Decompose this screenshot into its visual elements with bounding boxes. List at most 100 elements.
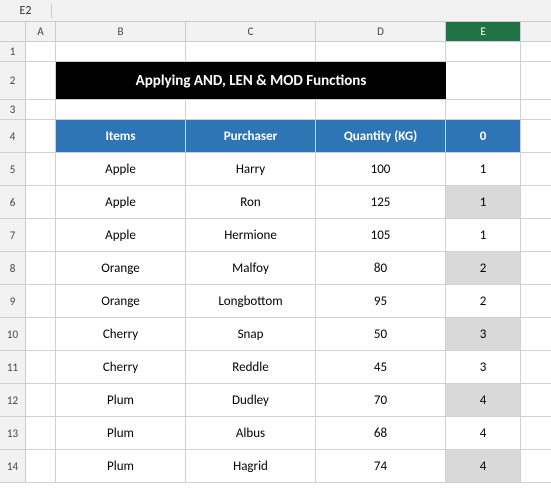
- corner-cell: [0, 22, 26, 41]
- table-row: 12 Plum Dudley 70 4: [0, 384, 551, 417]
- cell-purchaser[interactable]: Hagrid: [186, 450, 316, 482]
- cell-item[interactable]: Plum: [56, 384, 186, 416]
- table-row: 7 Apple Hermione 105 1: [0, 219, 551, 252]
- cell[interactable]: [186, 42, 316, 61]
- cell-purchaser[interactable]: Malfoy: [186, 252, 316, 284]
- cell-e-value[interactable]: 1: [446, 186, 521, 218]
- cell-e-value[interactable]: 2: [446, 285, 521, 317]
- cell-e-value[interactable]: 1: [446, 219, 521, 251]
- cell-item[interactable]: Cherry: [56, 351, 186, 383]
- cell-item[interactable]: Orange: [56, 285, 186, 317]
- row-num: 6: [0, 186, 26, 218]
- cell-quantity[interactable]: 74: [316, 450, 446, 482]
- cell-purchaser[interactable]: Dudley: [186, 384, 316, 416]
- cell-item[interactable]: Cherry: [56, 318, 186, 350]
- cell[interactable]: [316, 42, 446, 61]
- cell-purchaser[interactable]: Albus: [186, 417, 316, 449]
- cell-e[interactable]: [446, 62, 521, 99]
- cell-e-value[interactable]: 3: [446, 351, 521, 383]
- cell-quantity[interactable]: 105: [316, 219, 446, 251]
- cell[interactable]: [56, 42, 186, 61]
- cell-purchaser[interactable]: Harry: [186, 153, 316, 185]
- grid-row-title: 2 Applying AND, LEN & MOD Functions: [0, 62, 551, 100]
- cell-e-value[interactable]: 2: [446, 252, 521, 284]
- table-row: 5 Apple Harry 100 1: [0, 153, 551, 186]
- cell[interactable]: [26, 417, 56, 449]
- table-row: 11 Cherry Reddle 45 3: [0, 351, 551, 384]
- cell-e[interactable]: [446, 42, 521, 61]
- cell-e-value[interactable]: 3: [446, 318, 521, 350]
- header-items: Items: [56, 120, 186, 152]
- row-num: 10: [0, 318, 26, 350]
- col-header-a[interactable]: A: [26, 22, 56, 41]
- cell-purchaser[interactable]: Reddle: [186, 351, 316, 383]
- row-num: 7: [0, 219, 26, 251]
- table-row: 6 Apple Ron 125 1: [0, 186, 551, 219]
- cell[interactable]: [26, 153, 56, 185]
- row-num: 1: [0, 42, 26, 61]
- grid-row: 3: [0, 100, 551, 120]
- cell[interactable]: [56, 100, 186, 119]
- table-row: 10 Cherry Snap 50 3: [0, 318, 551, 351]
- row-num: 2: [0, 62, 26, 99]
- cell-purchaser[interactable]: Snap: [186, 318, 316, 350]
- cell[interactable]: [26, 62, 56, 99]
- row-num: 14: [0, 450, 26, 482]
- cell[interactable]: [316, 100, 446, 119]
- cell-purchaser[interactable]: Hermione: [186, 219, 316, 251]
- col-header-e[interactable]: E: [446, 22, 521, 41]
- row-num: 11: [0, 351, 26, 383]
- col-header-b[interactable]: B: [56, 22, 186, 41]
- cell-quantity[interactable]: 70: [316, 384, 446, 416]
- cell-item[interactable]: Plum: [56, 417, 186, 449]
- cell-e-value[interactable]: 4: [446, 384, 521, 416]
- grid-area: A B C D E 1 2 Applying AND, LEN & MOD Fu…: [0, 22, 551, 503]
- header-purchaser: Purchaser: [186, 120, 316, 152]
- cell-quantity[interactable]: 50: [316, 318, 446, 350]
- cell-e-value[interactable]: 4: [446, 417, 521, 449]
- cell-e-value[interactable]: 4: [446, 450, 521, 482]
- name-box[interactable]: E2: [0, 4, 52, 18]
- header-e: 0: [446, 120, 521, 152]
- cell-e-value[interactable]: 1: [446, 153, 521, 185]
- cell-quantity[interactable]: 95: [316, 285, 446, 317]
- cell-item[interactable]: Apple: [56, 219, 186, 251]
- cell-item[interactable]: Apple: [56, 153, 186, 185]
- cell[interactable]: [26, 219, 56, 251]
- table-row: 14 Plum Hagrid 74 4: [0, 450, 551, 483]
- cell[interactable]: [26, 351, 56, 383]
- cell[interactable]: [26, 120, 56, 152]
- cell-item[interactable]: Plum: [56, 450, 186, 482]
- cell-purchaser[interactable]: Ron: [186, 186, 316, 218]
- cell[interactable]: [26, 384, 56, 416]
- data-rows: 5 Apple Harry 100 1 6 Apple Ron 125 1 7 …: [0, 153, 551, 483]
- cell[interactable]: [186, 100, 316, 119]
- cell[interactable]: [26, 252, 56, 284]
- cell-quantity[interactable]: 68: [316, 417, 446, 449]
- grid-row-header: 4 Items Purchaser Quantity (KG) 0: [0, 120, 551, 153]
- cell[interactable]: [26, 42, 56, 61]
- row-num: 3: [0, 100, 26, 119]
- cell-quantity[interactable]: 100: [316, 153, 446, 185]
- cell-quantity[interactable]: 125: [316, 186, 446, 218]
- header-quantity: Quantity (KG): [316, 120, 446, 152]
- title-cell[interactable]: Applying AND, LEN & MOD Functions: [56, 62, 446, 99]
- cell-item[interactable]: Orange: [56, 252, 186, 284]
- cell[interactable]: [26, 186, 56, 218]
- table-row: 13 Plum Albus 68 4: [0, 417, 551, 450]
- cell-quantity[interactable]: 45: [316, 351, 446, 383]
- col-headers: A B C D E: [0, 22, 551, 42]
- cell[interactable]: [26, 450, 56, 482]
- cell-item[interactable]: Apple: [56, 186, 186, 218]
- cell-quantity[interactable]: 80: [316, 252, 446, 284]
- cell[interactable]: [26, 318, 56, 350]
- col-header-d[interactable]: D: [316, 22, 446, 41]
- col-header-c[interactable]: C: [186, 22, 316, 41]
- grid-row: 1: [0, 42, 551, 62]
- rows-container: 1 2 Applying AND, LEN & MOD Functions 3: [0, 42, 551, 503]
- row-num: 8: [0, 252, 26, 284]
- cell[interactable]: [26, 100, 56, 119]
- cell-purchaser[interactable]: Longbottom: [186, 285, 316, 317]
- cell-e[interactable]: [446, 100, 521, 119]
- cell[interactable]: [26, 285, 56, 317]
